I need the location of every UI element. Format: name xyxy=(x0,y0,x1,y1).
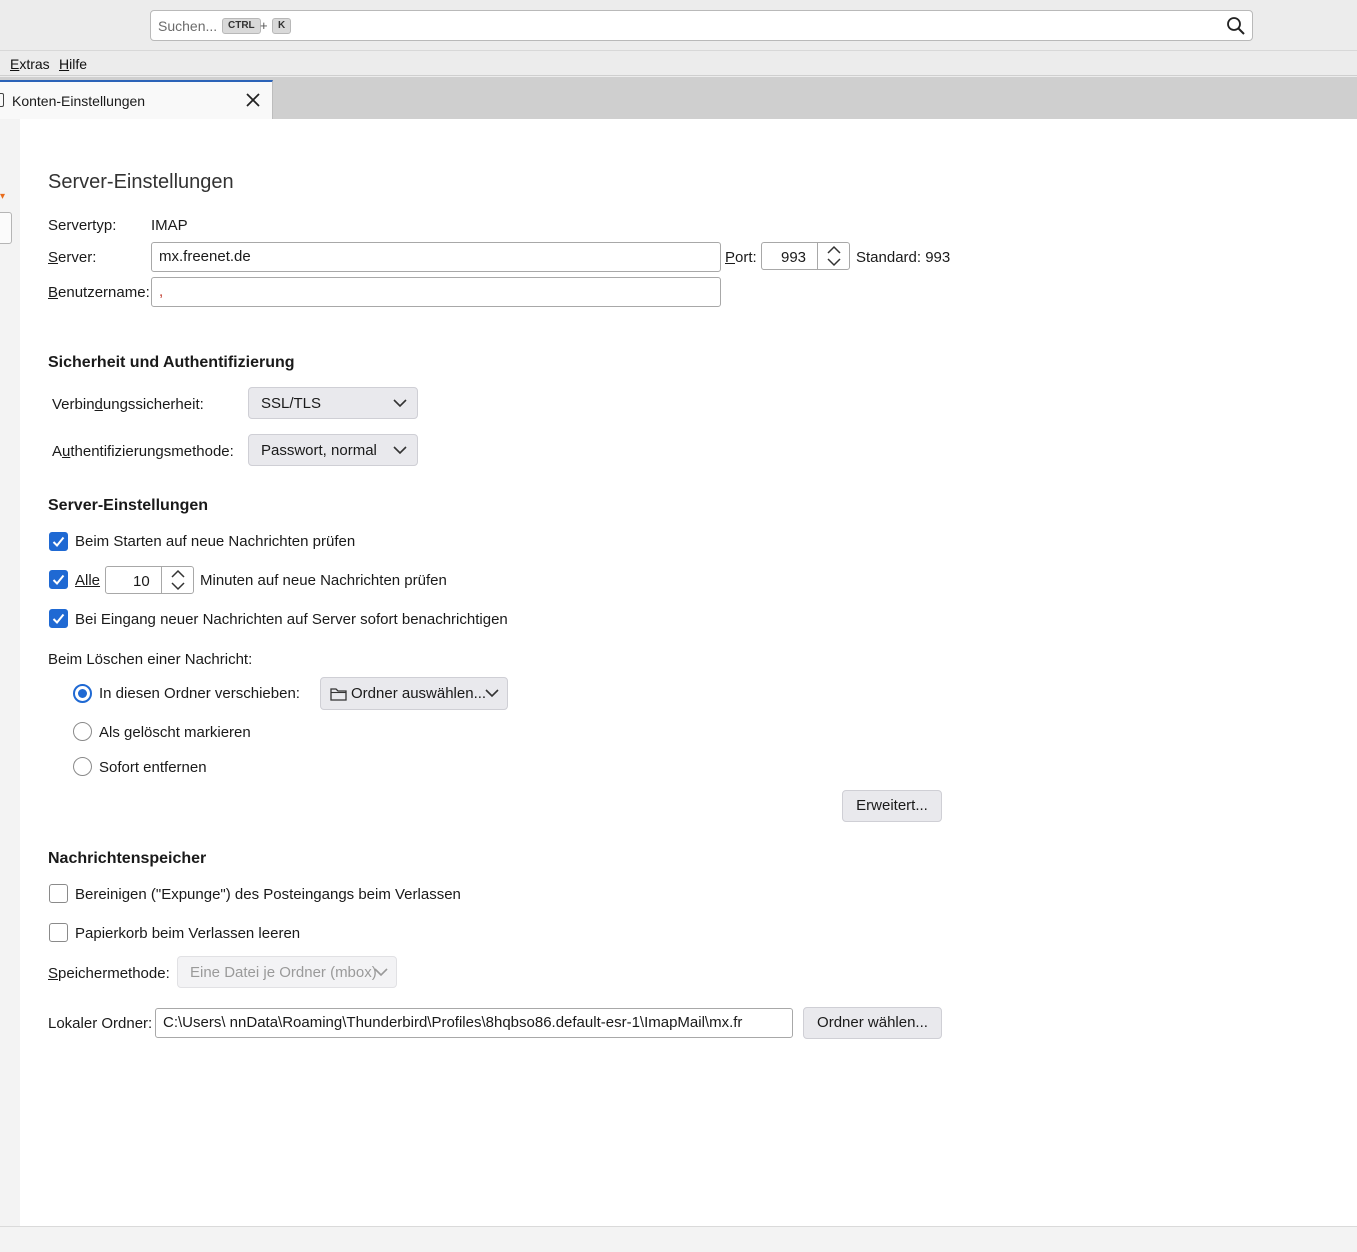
expunge-label[interactable]: Bereinigen ("Expunge") des Posteingangs … xyxy=(75,886,461,903)
auth-method-select[interactable]: Passwort, normal xyxy=(248,434,418,466)
close-icon[interactable] xyxy=(244,91,262,109)
check-interval-value: 10 xyxy=(133,573,150,590)
check-interval-arrows[interactable] xyxy=(161,567,193,593)
port-standard: Standard: 993 xyxy=(856,249,951,266)
mark-deleted-label[interactable]: Als gelöscht markieren xyxy=(99,724,251,741)
username-input[interactable]: , xyxy=(151,277,721,307)
move-to-folder-radio[interactable] xyxy=(73,684,92,703)
auth-method-label: Authentifizierungsmethode: xyxy=(52,443,234,460)
tab-label: Konten-Einstellungen xyxy=(12,93,146,109)
check-interval-stepper[interactable]: 10 xyxy=(105,566,194,594)
account-tree-edge xyxy=(0,119,20,1226)
check-interval-suffix: Minuten auf neue Nachrichten prüfen xyxy=(200,572,447,589)
port-stepper[interactable]: 993 xyxy=(761,242,850,270)
menu-extras[interactable]: Extras xyxy=(10,56,50,72)
settings-tab-icon xyxy=(0,93,4,107)
idle-notify-checkbox[interactable] xyxy=(49,609,68,628)
search-input[interactable]: Suchen... CTRL + K xyxy=(150,10,1253,41)
server-settings-heading: Server-Einstellungen xyxy=(48,497,209,514)
menu-hilfe-label: ilfe xyxy=(69,56,88,72)
chevron-down-icon xyxy=(393,399,407,408)
server-type-label: Servertyp: xyxy=(48,217,117,234)
local-folder-input[interactable]: C:\Users\ nnData\Roaming\Thunderbird\Pro… xyxy=(155,1008,793,1038)
chevron-down-icon xyxy=(485,689,499,698)
checkmark-icon xyxy=(52,574,65,585)
folder-select[interactable]: Ordner auswählen... xyxy=(320,677,508,710)
chevron-down-icon[interactable] xyxy=(171,581,185,591)
port-stepper-arrows[interactable] xyxy=(817,243,849,269)
tab-strip: Konten-Einstellungen xyxy=(0,77,1357,119)
tab-account-settings[interactable]: Konten-Einstellungen xyxy=(0,80,273,119)
server-label: Server: xyxy=(48,249,97,266)
advanced-button[interactable]: Erweitert... xyxy=(842,790,942,822)
expunge-checkbox[interactable] xyxy=(49,884,68,903)
toolbar: Suchen... CTRL + K xyxy=(0,0,1357,51)
storage-heading: Nachrichtenspeicher xyxy=(48,850,207,867)
auth-method-value: Passwort, normal xyxy=(261,442,377,459)
page-title: Server-Einstellungen xyxy=(48,171,234,193)
folder-select-value: Ordner auswählen... xyxy=(351,685,487,702)
empty-trash-checkbox[interactable] xyxy=(49,923,68,942)
shortcut-plus: + xyxy=(260,18,268,33)
remove-now-radio[interactable] xyxy=(73,757,92,776)
storage-method-value: Eine Datei je Ordner (mbox) xyxy=(190,964,377,981)
check-on-start-label[interactable]: Beim Starten auf neue Nachrichten prüfen xyxy=(75,533,355,550)
shortcut-ctrl-key: CTRL xyxy=(222,18,261,34)
storage-method-select: Eine Datei je Ordner (mbox) xyxy=(177,956,397,988)
menu-hilfe[interactable]: Hilfe xyxy=(59,56,87,72)
check-on-start-checkbox[interactable] xyxy=(49,532,68,551)
chevron-down-icon[interactable] xyxy=(827,257,841,267)
chevron-up-icon[interactable] xyxy=(171,569,185,579)
security-heading: Sicherheit und Authentifizierung xyxy=(48,354,295,371)
radio-dot xyxy=(78,689,87,698)
checkmark-icon xyxy=(52,613,65,624)
status-bar xyxy=(0,1226,1357,1252)
mark-deleted-radio[interactable] xyxy=(73,722,92,741)
chevron-down-icon xyxy=(393,446,407,455)
chevron-down-icon xyxy=(374,968,388,977)
port-label: Port: xyxy=(725,249,757,266)
search-placeholder: Suchen... xyxy=(158,18,218,34)
delete-behavior-label: Beim Löschen einer Nachricht: xyxy=(48,651,253,668)
move-to-folder-label[interactable]: In diesen Ordner verschieben: xyxy=(99,685,300,702)
storage-method-label: Speichermethode: xyxy=(48,965,170,982)
account-tree-item[interactable] xyxy=(0,212,12,244)
server-type-value: IMAP xyxy=(151,217,188,234)
menubar: Extras Hilfe xyxy=(0,52,1357,76)
shortcut-k-key: K xyxy=(272,18,292,34)
search-icon[interactable] xyxy=(1226,16,1246,36)
chevron-up-icon[interactable] xyxy=(827,245,841,255)
menu-extras-label: xtras xyxy=(19,56,50,72)
server-input[interactable]: mx.freenet.de xyxy=(151,242,721,272)
connection-security-select[interactable]: SSL/TLS xyxy=(248,387,418,419)
connection-security-value: SSL/TLS xyxy=(261,395,322,412)
local-folder-label: Lokaler Ordner: xyxy=(48,1015,153,1032)
port-value: 993 xyxy=(781,249,807,266)
remove-now-label[interactable]: Sofort entfernen xyxy=(99,759,207,776)
folder-icon xyxy=(330,688,347,701)
connection-security-label: Verbindungssicherheit: xyxy=(52,396,204,413)
account-marker-icon: ▾ xyxy=(0,191,6,202)
check-every-label-text: Alle xyxy=(75,572,101,589)
checkmark-icon xyxy=(52,536,65,547)
check-every-checkbox[interactable] xyxy=(49,570,68,589)
empty-trash-label[interactable]: Papierkorb beim Verlassen leeren xyxy=(75,925,300,942)
choose-folder-button[interactable]: Ordner wählen... xyxy=(803,1007,942,1039)
idle-notify-label[interactable]: Bei Eingang neuer Nachrichten auf Server… xyxy=(75,611,508,628)
username-label: Benutzername: xyxy=(48,284,150,301)
check-every-label[interactable]: Alle xyxy=(75,572,100,589)
